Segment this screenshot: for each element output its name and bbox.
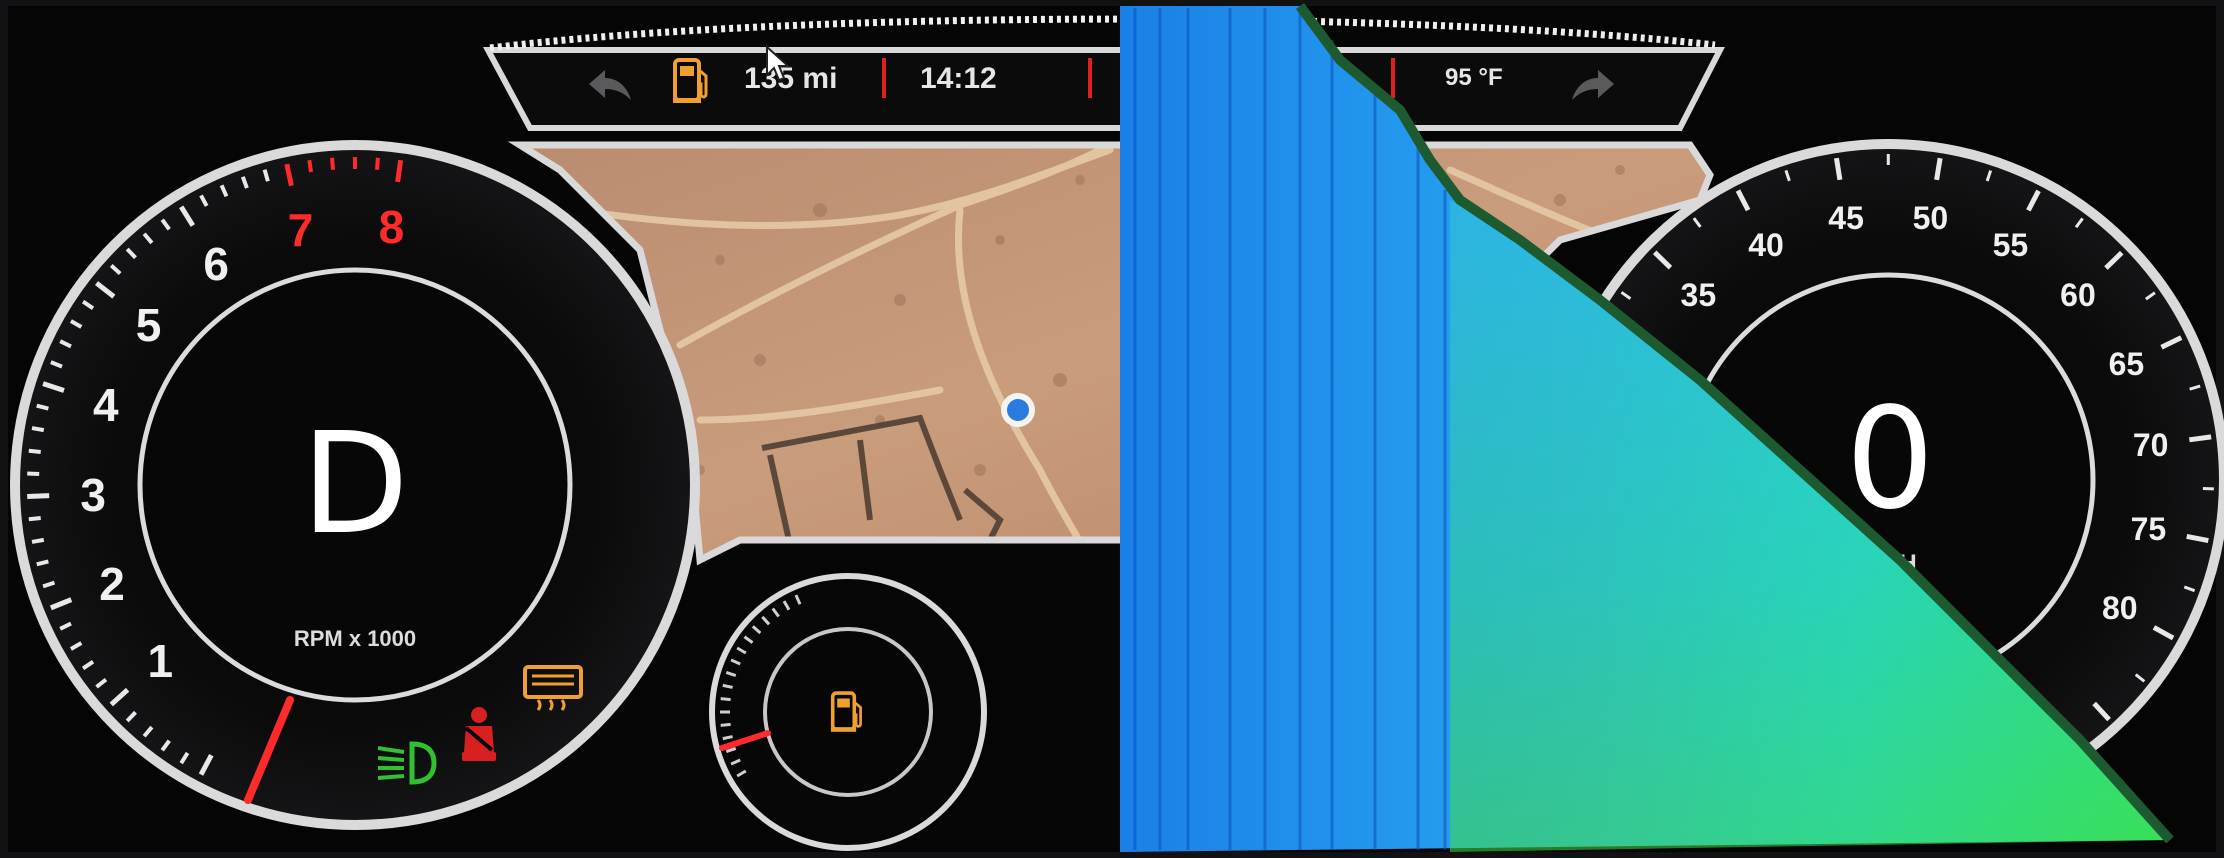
fuel-gauge-icon: [830, 688, 866, 736]
tachometer-number: 8: [378, 200, 405, 253]
tachometer-tick: [28, 448, 41, 454]
speedometer-tick: [1833, 157, 1843, 181]
speed-readout: 0: [1845, 378, 1935, 541]
tachometer-tick: [375, 157, 380, 170]
tachometer-tick: [28, 516, 41, 522]
tachometer-tick: [27, 493, 50, 499]
rear-defrost-icon: [522, 664, 584, 712]
arrow-left-icon: [589, 70, 631, 100]
speedometer-number: 40: [1748, 226, 1784, 263]
speedometer-number: 45: [1828, 200, 1864, 237]
mouse-cursor-icon: [765, 44, 791, 85]
tachometer-tick: [330, 157, 335, 170]
speedometer-number: 55: [1992, 226, 2029, 263]
tachometer-number: 7: [287, 203, 314, 256]
tachometer-tick: [395, 159, 404, 183]
location-dot-icon[interactable]: [998, 390, 1038, 430]
rpm-label: RPM x 1000: [293, 626, 417, 651]
speedometer-number: 30: [1632, 345, 1668, 382]
speedometer-tick: [2188, 434, 2212, 443]
speedometer-tick: [1564, 433, 1588, 442]
back-button[interactable]: [585, 64, 635, 104]
speedometer-tick: [1934, 157, 1943, 181]
speed-unit: MPH: [1863, 550, 1917, 577]
fuel-gauge-tick: [720, 697, 731, 702]
tachometer-number: 3: [80, 469, 106, 522]
seatbelt-warning-icon: [456, 706, 502, 764]
tachometer-number: 6: [203, 237, 229, 290]
instrument-cluster: 135 mi 14:12 95 °F 12345678 D RPM x 1000: [0, 0, 2224, 858]
speedometer-number: 50: [1912, 200, 1949, 237]
speedometer-number: 65: [2108, 346, 2145, 383]
gear-indicator: D: [301, 403, 409, 566]
tachometer-number: 2: [99, 558, 125, 611]
fuel-gauge-tick: [720, 722, 731, 727]
speedometer-number: 75: [2130, 511, 2167, 548]
headlight-icon: [374, 740, 438, 786]
speedometer-number: 70: [2132, 426, 2169, 463]
top-arc: [489, 15, 1716, 52]
fuel-pump-icon: [672, 56, 712, 106]
fuel-gauge-tick: [722, 735, 733, 741]
tachometer-tick: [36, 403, 49, 411]
temperature-readout: 95 °F: [1445, 64, 1503, 91]
speedometer-number: 60: [2060, 277, 2096, 314]
tachometer-number: 5: [135, 298, 162, 351]
clock-readout: 14:12: [920, 62, 997, 95]
speedometer-number: 80: [2101, 590, 2138, 627]
tachometer-tick: [307, 159, 314, 173]
tachometer-tick: [36, 559, 49, 567]
arrow-right-icon: [1572, 70, 1614, 100]
tachometer-tick: [31, 537, 45, 544]
speedometer-number: 35: [1680, 276, 1717, 313]
forward-button[interactable]: [1568, 64, 1618, 104]
tachometer-tick: [31, 426, 45, 433]
fuel-gauge-tick: [722, 683, 733, 689]
tachometer-number: 4: [93, 379, 119, 432]
tachometer-number: 1: [147, 635, 174, 688]
